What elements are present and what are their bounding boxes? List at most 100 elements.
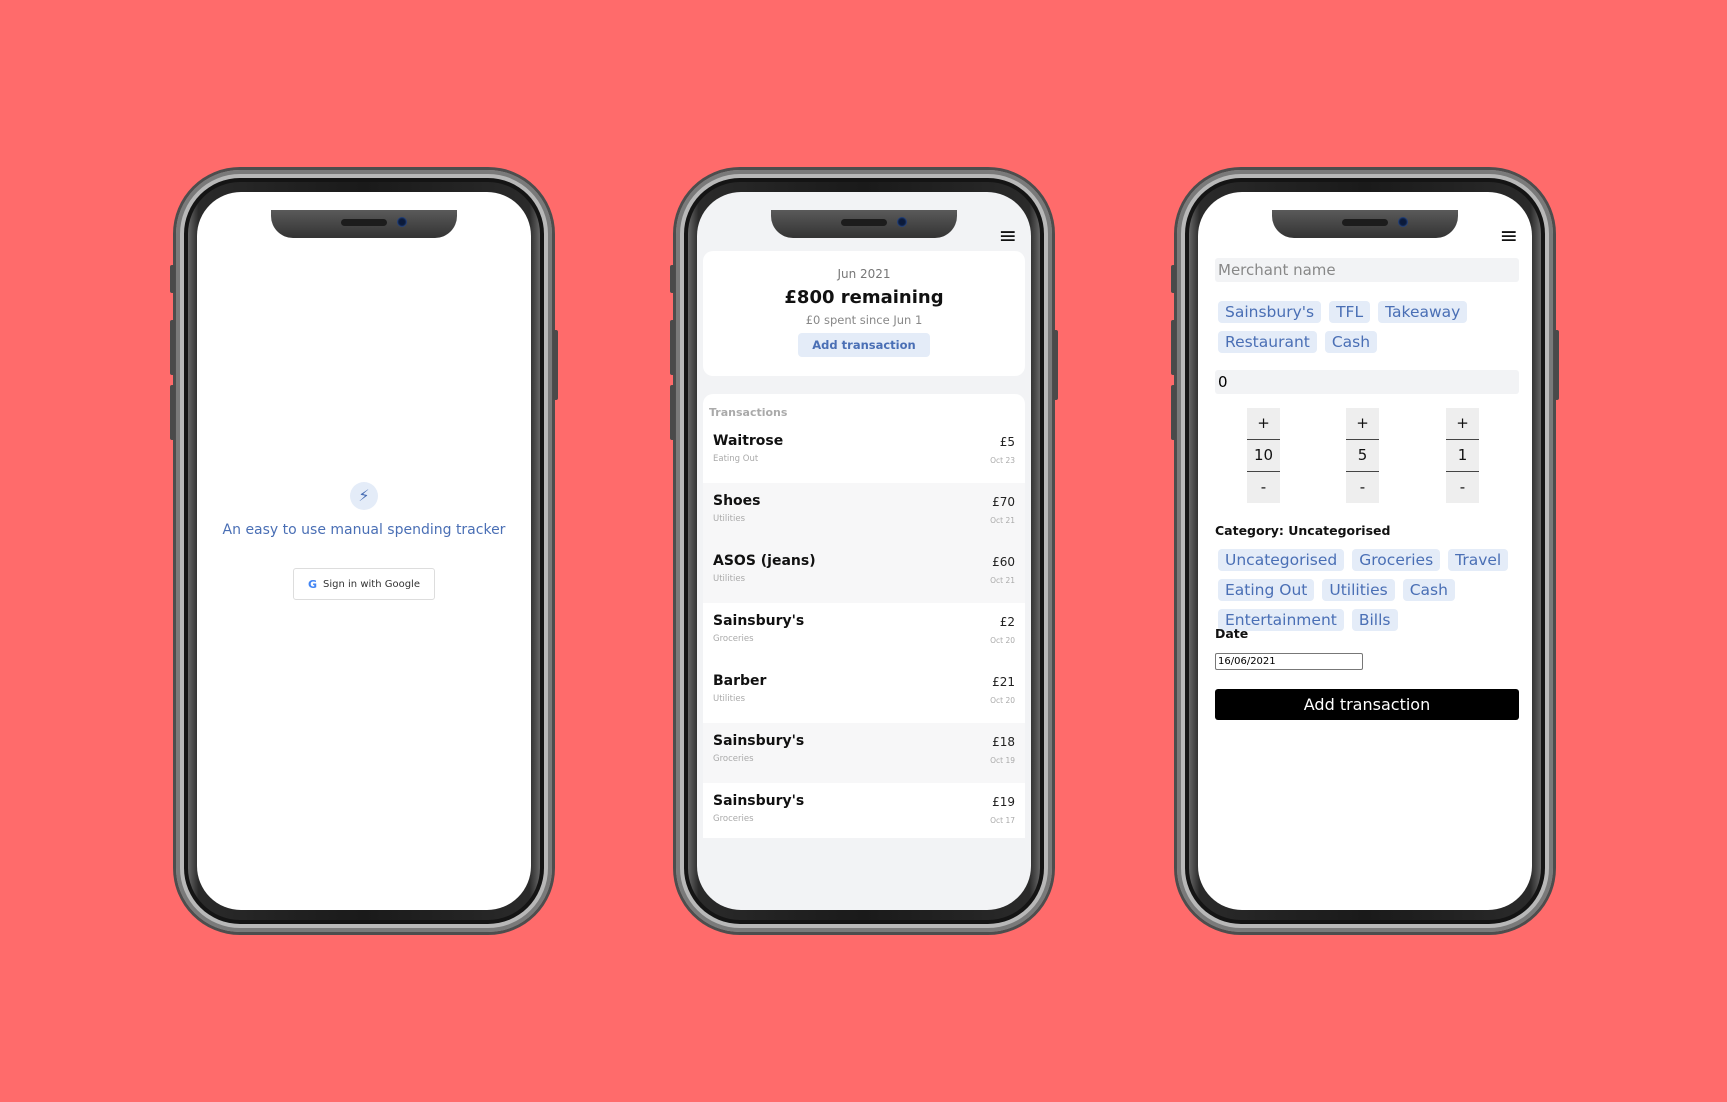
- merchant-chip[interactable]: Takeaway: [1378, 301, 1468, 323]
- transaction-date: Oct 21: [990, 576, 1015, 585]
- transaction-name: Waitrose: [713, 433, 784, 449]
- phone-dashboard: ≡ Jun 2021 £800 remaining £0 spent since…: [670, 170, 1058, 932]
- category-chip[interactable]: Eating Out: [1218, 579, 1315, 601]
- merchant-chip[interactable]: Cash: [1324, 331, 1378, 353]
- transaction-amount: £70: [992, 495, 1015, 509]
- category-chip[interactable]: Bills: [1351, 609, 1398, 631]
- login-screen: ⚡ An easy to use manual spending tracker…: [197, 192, 531, 910]
- amount-input[interactable]: 0: [1215, 370, 1519, 394]
- transaction-row[interactable]: Sainsbury's Groceries £18 Oct 19: [703, 723, 1025, 783]
- merchant-chip[interactable]: TFL: [1329, 301, 1371, 323]
- volume-up-button: [670, 320, 675, 375]
- transaction-category: Utilities: [713, 514, 745, 524]
- add-transaction-screen: ≡ Merchant name Sainsbury's TFL Takeaway…: [1198, 192, 1532, 910]
- merchant-name-input[interactable]: Merchant name: [1215, 258, 1519, 282]
- transaction-amount: £18: [992, 735, 1015, 749]
- transaction-name: Barber: [713, 673, 767, 689]
- transaction-amount: £2: [999, 615, 1015, 629]
- transaction-name: ASOS (jeans): [713, 553, 816, 569]
- transactions-header: Transactions: [709, 406, 788, 419]
- category-chips: Uncategorised Groceries Travel Eating Ou…: [1218, 549, 1519, 631]
- transactions-list: Transactions Waitrose Eating Out £5 Oct …: [703, 394, 1025, 838]
- category-chip[interactable]: Groceries: [1352, 549, 1441, 571]
- transaction-category: Eating Out: [713, 454, 759, 464]
- date-label: Date: [1215, 626, 1249, 641]
- add-transaction-button[interactable]: Add transaction: [798, 333, 930, 357]
- volume-up-button: [1171, 320, 1176, 375]
- merchant-chip[interactable]: Restaurant: [1218, 331, 1317, 353]
- increment-button[interactable]: +: [1446, 408, 1479, 439]
- transaction-row[interactable]: Waitrose Eating Out £5 Oct 23: [703, 423, 1025, 483]
- phone-add-transaction: ≡ Merchant name Sainsbury's TFL Takeaway…: [1171, 170, 1559, 932]
- google-icon: G: [308, 577, 318, 591]
- transaction-category: Groceries: [713, 814, 754, 824]
- power-button: [1053, 330, 1058, 400]
- transaction-amount: £21: [992, 675, 1015, 689]
- dashboard-screen: ≡ Jun 2021 £800 remaining £0 spent since…: [697, 192, 1031, 910]
- transaction-date: Oct 19: [990, 756, 1015, 765]
- category-chip[interactable]: Cash: [1402, 579, 1455, 601]
- category-chip[interactable]: Uncategorised: [1218, 549, 1345, 571]
- transaction-name: Sainsbury's: [713, 793, 805, 809]
- camera: [397, 217, 407, 227]
- google-sign-in-label: Sign in with Google: [323, 578, 420, 590]
- lightning-bolt-icon: ⚡: [350, 482, 378, 510]
- transaction-date: Oct 17: [990, 816, 1015, 825]
- transaction-row[interactable]: Sainsbury's Groceries £2 Oct 20: [703, 603, 1025, 663]
- notch: [1272, 210, 1458, 238]
- transaction-amount: £19: [992, 795, 1015, 809]
- merchant-chip[interactable]: Sainsbury's: [1218, 301, 1322, 323]
- power-button: [1554, 330, 1559, 400]
- decrement-button[interactable]: -: [1446, 472, 1479, 503]
- stepper-value: 5: [1346, 439, 1379, 472]
- mute-switch: [670, 265, 675, 293]
- stepper-5: + 5 -: [1346, 408, 1379, 503]
- hamburger-menu-icon[interactable]: ≡: [1500, 226, 1518, 248]
- transaction-category: Utilities: [713, 694, 745, 704]
- transaction-amount: £5: [999, 435, 1015, 449]
- month-label: Jun 2021: [837, 267, 891, 281]
- volume-down-button: [670, 385, 675, 440]
- budget-summary-card: Jun 2021 £800 remaining £0 spent since J…: [703, 251, 1025, 376]
- transaction-row[interactable]: ASOS (jeans) Utilities £60 Oct 21: [703, 543, 1025, 603]
- transaction-name: Sainsbury's: [713, 613, 805, 629]
- volume-up-button: [170, 320, 175, 375]
- transaction-row[interactable]: Barber Utilities £21 Oct 20: [703, 663, 1025, 723]
- hamburger-menu-icon[interactable]: ≡: [999, 226, 1017, 248]
- transaction-name: Sainsbury's: [713, 733, 805, 749]
- transaction-date: Oct 23: [990, 456, 1015, 465]
- increment-button[interactable]: +: [1346, 408, 1379, 439]
- category-chip[interactable]: Utilities: [1322, 579, 1395, 601]
- decrement-button[interactable]: -: [1346, 472, 1379, 503]
- stepper-value: 10: [1247, 439, 1280, 472]
- decrement-button[interactable]: -: [1247, 472, 1280, 503]
- spent-amount: £0 spent since Jun 1: [805, 313, 923, 327]
- submit-transaction-button[interactable]: Add transaction: [1215, 689, 1519, 720]
- amount-steppers: + 10 - + 5 - + 1 -: [1215, 408, 1519, 503]
- transaction-row[interactable]: Shoes Utilities £70 Oct 21: [703, 483, 1025, 543]
- stepper-value: 1: [1446, 439, 1479, 472]
- transaction-category: Utilities: [713, 574, 745, 584]
- volume-down-button: [170, 385, 175, 440]
- mute-switch: [1171, 265, 1176, 293]
- speaker: [841, 219, 887, 226]
- increment-button[interactable]: +: [1247, 408, 1280, 439]
- category-chip[interactable]: Travel: [1448, 549, 1509, 571]
- phone-login: ⚡ An easy to use manual spending tracker…: [170, 170, 558, 932]
- transaction-row[interactable]: Sainsbury's Groceries £19 Oct 17: [703, 783, 1025, 838]
- google-sign-in-button[interactable]: G Sign in with Google: [293, 568, 435, 600]
- power-button: [553, 330, 558, 400]
- transaction-name: Shoes: [713, 493, 761, 509]
- notch: [771, 210, 957, 238]
- date-input[interactable]: 16/06/2021: [1215, 653, 1363, 670]
- merchant-suggestions: Sainsbury's TFL Takeaway Restaurant Cash: [1218, 301, 1519, 353]
- notch: [271, 210, 457, 238]
- transaction-category: Groceries: [713, 754, 754, 764]
- stepper-1: + 1 -: [1446, 408, 1479, 503]
- stepper-10: + 10 -: [1247, 408, 1280, 503]
- transaction-date: Oct 21: [990, 516, 1015, 525]
- transaction-category: Groceries: [713, 634, 754, 644]
- speaker: [341, 219, 387, 226]
- speaker: [1342, 219, 1388, 226]
- category-label: Category: Uncategorised: [1215, 523, 1391, 538]
